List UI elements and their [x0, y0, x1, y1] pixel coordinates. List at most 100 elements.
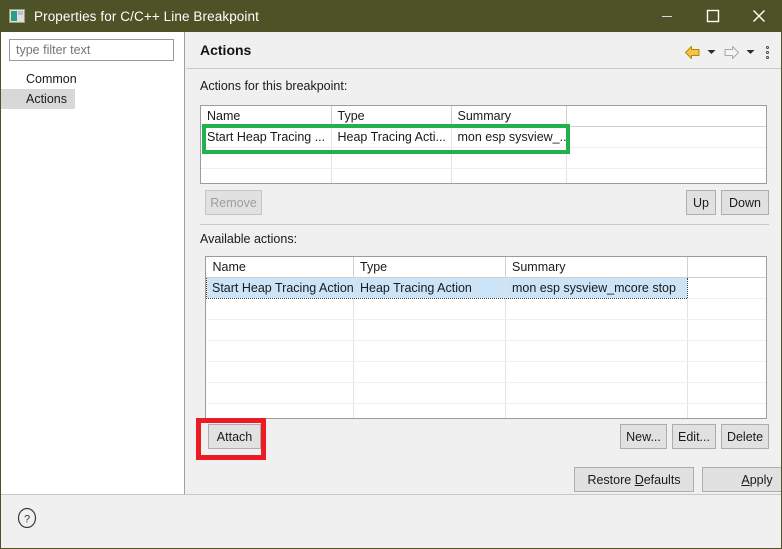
cell-empty: [506, 299, 688, 320]
cell-empty: [331, 169, 451, 185]
window-controls: [644, 0, 782, 32]
table-row-empty[interactable]: [207, 383, 767, 404]
view-menu-icon[interactable]: [760, 42, 774, 62]
cell-empty: [354, 362, 506, 383]
table-row[interactable]: Start Heap Tracing ... Heap Tracing Acti…: [201, 127, 766, 148]
restore-defaults-button[interactable]: Restore Defaults: [574, 467, 694, 492]
svg-text:?: ?: [24, 514, 30, 526]
cell-blank: [566, 127, 766, 148]
attached-actions-label: Actions for this breakpoint:: [200, 79, 347, 93]
cell-summary: mon esp sysview_mcore stop: [506, 278, 688, 299]
back-arrow-icon[interactable]: [682, 42, 702, 62]
column-header-summary[interactable]: Summary: [506, 257, 688, 278]
column-header-type[interactable]: Type: [354, 257, 506, 278]
cell-empty: [566, 148, 766, 169]
cell-summary: mon esp sysview_...: [451, 127, 566, 148]
title-bar: Properties for C/C++ Line Breakpoint: [0, 0, 782, 32]
page-nav-toolbar: [679, 42, 774, 62]
new-action-button[interactable]: New...: [620, 424, 667, 449]
settings-sidebar: Common Actions: [0, 32, 185, 494]
minimize-icon[interactable]: [644, 0, 690, 32]
dialog-button-bar: ? Apply and Close Cancel: [0, 494, 782, 549]
cell-empty: [688, 299, 767, 320]
move-down-button[interactable]: Down: [721, 190, 769, 215]
cell-empty: [688, 341, 767, 362]
cell-empty: [688, 383, 767, 404]
table-header-row: Name Type Summary: [207, 257, 767, 278]
cell-empty: [688, 404, 767, 420]
column-header-summary[interactable]: Summary: [451, 106, 566, 127]
forward-menu-chevron-down-icon[interactable]: [744, 42, 757, 62]
cell-empty: [207, 383, 354, 404]
tree-row: Common: [0, 69, 185, 89]
cell-empty: [451, 169, 566, 185]
cell-empty: [354, 341, 506, 362]
settings-tree: Common Actions: [0, 69, 185, 109]
maximize-icon[interactable]: [690, 0, 736, 32]
column-header-blank[interactable]: [566, 106, 766, 127]
cell-empty: [506, 320, 688, 341]
remove-button[interactable]: Remove: [205, 190, 262, 215]
window-title: Properties for C/C++ Line Breakpoint: [34, 9, 259, 24]
forward-arrow-icon: [721, 42, 741, 62]
help-icon[interactable]: ?: [16, 507, 38, 529]
move-up-button[interactable]: Up: [686, 190, 716, 215]
page-title: Actions: [200, 42, 251, 58]
cell-empty: [688, 362, 767, 383]
attached-actions-table[interactable]: Name Type Summary Start Heap Tracing ...…: [200, 105, 767, 184]
cell-type: Heap Tracing Acti...: [331, 127, 451, 148]
table-row-empty[interactable]: [201, 148, 766, 169]
column-header-name[interactable]: Name: [201, 106, 331, 127]
cell-empty: [506, 404, 688, 420]
cell-empty: [354, 320, 506, 341]
table-row-empty[interactable]: [207, 299, 767, 320]
table-row-empty[interactable]: [201, 169, 766, 185]
filter-input[interactable]: [9, 39, 174, 61]
cell-empty: [354, 383, 506, 404]
apply-button[interactable]: Apply: [702, 467, 782, 492]
cell-empty: [688, 320, 767, 341]
cell-name: Start Heap Tracing Action: [207, 278, 354, 299]
cell-empty: [207, 341, 354, 362]
back-menu-chevron-down-icon[interactable]: [705, 42, 718, 62]
close-icon[interactable]: [736, 0, 782, 32]
actions-page: Actions Actions fo: [186, 32, 782, 494]
apply-label: Apply: [741, 473, 772, 487]
table-row-empty[interactable]: [207, 362, 767, 383]
edit-action-button[interactable]: Edit...: [672, 424, 716, 449]
cell-empty: [566, 169, 766, 185]
cell-blank: [688, 278, 767, 299]
table-row-empty[interactable]: [207, 341, 767, 362]
table-header-row: Name Type Summary: [201, 106, 766, 127]
sidebar-item-common[interactable]: Common: [0, 69, 77, 89]
properties-dialog: Properties for C/C++ Line Breakpoint Com…: [0, 0, 782, 549]
cell-empty: [506, 383, 688, 404]
cell-name: Start Heap Tracing ...: [201, 127, 331, 148]
cell-empty: [201, 169, 331, 185]
cell-empty: [207, 404, 354, 420]
cell-empty: [451, 148, 566, 169]
available-actions-table[interactable]: Name Type Summary Start Heap Tracing Act…: [205, 256, 767, 419]
table-row[interactable]: Start Heap Tracing Action Heap Tracing A…: [207, 278, 767, 299]
cell-empty: [207, 362, 354, 383]
title-separator: [186, 68, 782, 69]
properties-window-icon: [9, 9, 25, 23]
delete-action-button[interactable]: Delete: [721, 424, 769, 449]
cell-empty: [207, 320, 354, 341]
column-header-name[interactable]: Name: [207, 257, 354, 278]
section-separator: [200, 224, 769, 225]
restore-defaults-label: Restore Defaults: [587, 473, 680, 487]
cell-empty: [506, 341, 688, 362]
table-row-empty[interactable]: [207, 404, 767, 420]
available-actions-label: Available actions:: [200, 232, 297, 246]
cell-empty: [201, 148, 331, 169]
column-header-type[interactable]: Type: [331, 106, 451, 127]
tree-row: Actions: [0, 89, 185, 109]
table-row-empty[interactable]: [207, 320, 767, 341]
sidebar-item-actions[interactable]: Actions: [0, 89, 75, 109]
column-header-blank[interactable]: [688, 257, 767, 278]
cell-empty: [331, 148, 451, 169]
cell-empty: [354, 299, 506, 320]
attach-button[interactable]: Attach: [208, 424, 261, 449]
cell-empty: [354, 404, 506, 420]
